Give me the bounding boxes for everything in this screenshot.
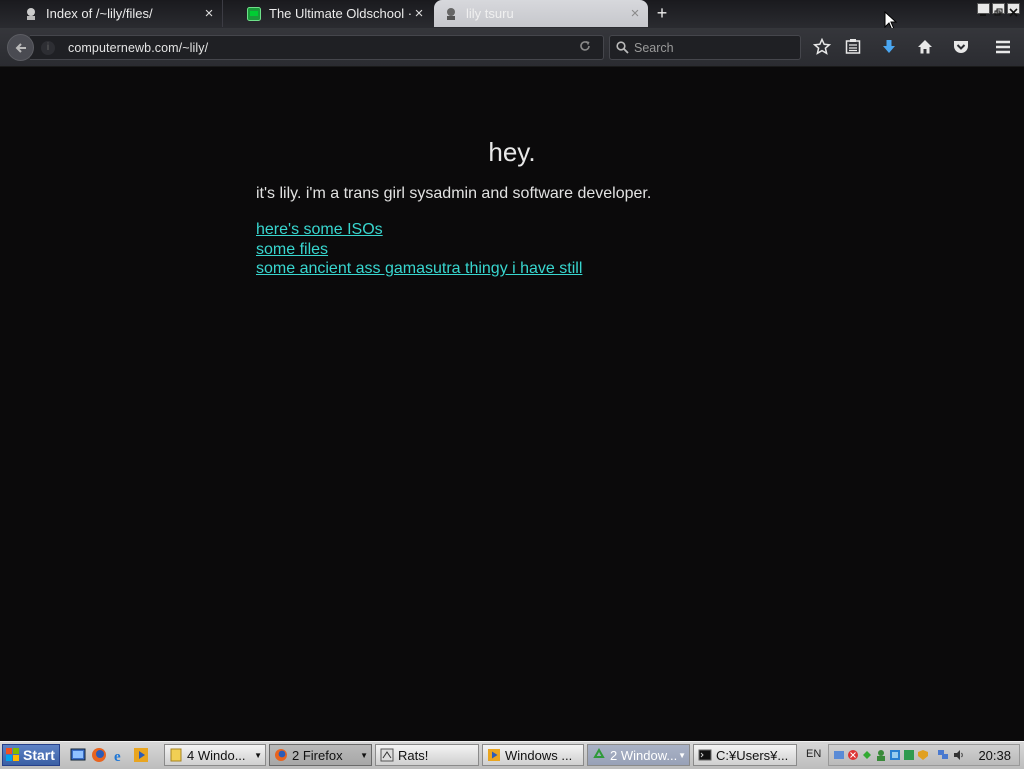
- home-icon[interactable]: [916, 38, 934, 56]
- taskbar-button-windows-media[interactable]: Windows ...: [482, 744, 584, 766]
- tray-sync-icon[interactable]: [861, 749, 873, 761]
- search-icon: [616, 41, 629, 59]
- system-tray: 20:38: [828, 744, 1020, 766]
- taskbar-button-label: 2 Firefox: [292, 747, 343, 763]
- tab-lily-tsuru[interactable]: lily tsuru ×: [434, 0, 648, 27]
- reload-icon[interactable]: [578, 39, 592, 57]
- tray-user-icon[interactable]: [875, 749, 887, 761]
- hamburger-menu-icon[interactable]: [994, 38, 1012, 56]
- site-favicon-icon: [247, 6, 261, 21]
- downloads-icon[interactable]: [880, 38, 898, 56]
- tab-title: lily tsuru: [466, 6, 514, 21]
- taskbar: Start e 4 Windo... ▼ 2 Firefox ▼ Rats! W…: [0, 741, 1024, 769]
- tray-tool-icon[interactable]: [903, 749, 915, 761]
- close-tab-icon[interactable]: ×: [412, 6, 426, 21]
- site-favicon-icon: [444, 7, 458, 21]
- site-favicon-icon: [24, 7, 38, 21]
- address-url[interactable]: computernewb.com/~lily/: [68, 41, 208, 55]
- restore-button[interactable]: [992, 3, 1005, 16]
- navigation-toolbar: i computernewb.com/~lily/: [0, 28, 1024, 67]
- taskbar-button-label: 4 Windo...: [187, 747, 246, 763]
- media-player-icon: [488, 749, 500, 761]
- windows-logo-icon: [6, 748, 19, 761]
- minimize-button[interactable]: [977, 3, 990, 16]
- internet-explorer-icon[interactable]: e: [112, 747, 128, 763]
- chevron-down-icon: ▼: [678, 750, 686, 760]
- tray-shield-icon[interactable]: [847, 749, 859, 761]
- new-tab-button[interactable]: +: [652, 4, 672, 22]
- clock[interactable]: 20:38: [978, 748, 1011, 763]
- firefox-icon: [275, 749, 287, 761]
- app-icon: [380, 748, 394, 762]
- taskbar-button-rats[interactable]: Rats!: [375, 744, 479, 766]
- recycle-icon: [593, 748, 605, 758]
- start-button[interactable]: Start: [2, 744, 60, 766]
- language-indicator[interactable]: EN: [806, 748, 821, 760]
- tab-strip: Index of /~lily/files/ × The Ultimate Ol…: [0, 0, 1024, 28]
- link-list: here's some ISOs some files some ancient…: [256, 220, 582, 279]
- back-button[interactable]: [7, 34, 34, 61]
- media-player-icon[interactable]: [133, 747, 149, 763]
- page-heading: hey.: [488, 137, 536, 167]
- tray-network-connection-icon[interactable]: [937, 749, 949, 761]
- firefox-icon[interactable]: [91, 747, 107, 763]
- isos-link[interactable]: here's some ISOs: [256, 220, 582, 240]
- search-bar[interactable]: [609, 35, 801, 60]
- taskbar-button-label: 2 Window...: [610, 747, 678, 763]
- svg-text:e: e: [114, 749, 121, 763]
- taskbar-button-windows-explorer-group[interactable]: 4 Windo... ▼: [164, 744, 266, 766]
- search-input[interactable]: [634, 39, 794, 56]
- taskbar-button-label: Rats!: [398, 747, 429, 763]
- taskbar-button-label: Windows ...: [505, 747, 573, 763]
- back-arrow-icon: [15, 42, 26, 53]
- gamasutra-link[interactable]: some ancient ass gamasutra thingy i have…: [256, 259, 582, 279]
- taskbar-button-label: C:¥Users¥...: [716, 747, 789, 763]
- bookmarks-menu-icon[interactable]: [844, 38, 862, 56]
- taskbar-button-firefox-group[interactable]: 2 Firefox ▼: [269, 744, 372, 766]
- taskbar-button-windows-group[interactable]: 2 Window... ▼: [587, 744, 690, 766]
- folder-icon: [170, 748, 182, 762]
- intro-text: it's lily. i'm a trans girl sysadmin and…: [256, 185, 652, 202]
- pocket-icon[interactable]: [952, 38, 970, 56]
- volume-icon[interactable]: [953, 749, 965, 761]
- taskbar-button-command-prompt[interactable]: C:¥Users¥...: [693, 744, 797, 766]
- close-tab-icon[interactable]: ×: [202, 6, 216, 21]
- close-window-button[interactable]: [1007, 3, 1020, 17]
- chevron-down-icon: ▼: [360, 750, 368, 760]
- tray-security-icon[interactable]: [917, 749, 929, 761]
- tab-ultimate-oldschool[interactable]: The Ultimate Oldschool ··· ×: [222, 0, 432, 27]
- close-tab-icon[interactable]: ×: [628, 6, 642, 21]
- start-label: Start: [23, 747, 55, 763]
- files-link[interactable]: some files: [256, 240, 582, 260]
- show-desktop-icon[interactable]: [70, 747, 86, 763]
- tab-title: The Ultimate Oldschool ···: [269, 6, 412, 21]
- tab-title: Index of /~lily/files/: [46, 6, 153, 21]
- terminal-icon: [698, 749, 712, 761]
- site-info-icon[interactable]: i: [41, 41, 55, 55]
- address-bar[interactable]: i computernewb.com/~lily/: [30, 35, 604, 60]
- tray-network-icon[interactable]: [833, 749, 845, 761]
- page-viewport: hey. it's lily. i'm a trans girl sysadmi…: [0, 67, 1024, 741]
- window-controls: [977, 3, 1020, 17]
- chevron-down-icon: ▼: [254, 750, 262, 760]
- tray-app-icon[interactable]: [889, 749, 901, 761]
- tab-index-of-files[interactable]: Index of /~lily/files/ ×: [0, 0, 222, 27]
- bookmark-star-icon[interactable]: [813, 38, 831, 56]
